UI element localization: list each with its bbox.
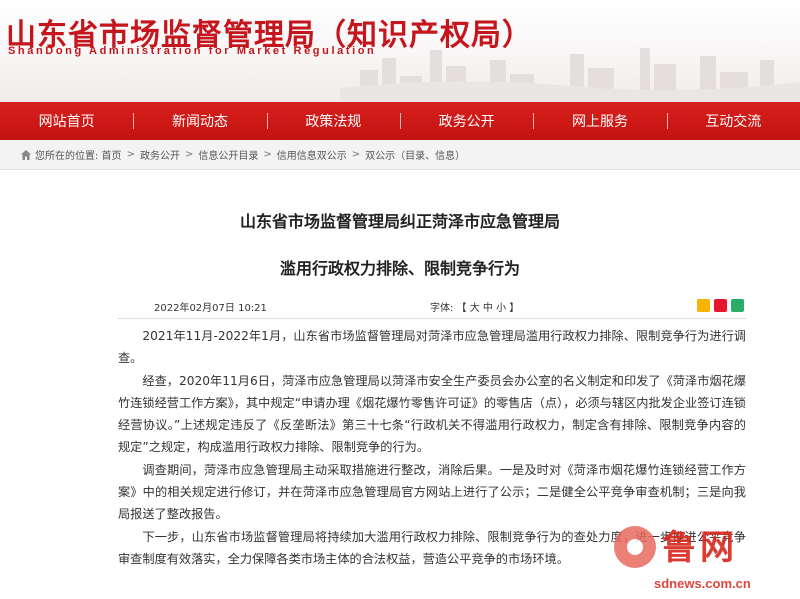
site-subtitle: ShanDong Administration for Market Regul… [8,45,377,57]
article-date: 2022年02月07日 10:21 [154,303,267,314]
site-header: 山东省市场监督管理局（知识产权局） ShanDong Administratio… [0,0,800,102]
article-paragraph: 经查，2020年11月6日，菏泽市应急管理局以菏泽市安全生产委员会办公室的名义制… [118,373,746,455]
breadcrumb-separator: > [184,149,194,160]
home-icon [21,149,31,160]
main-nav: 网站首页 新闻动态 政策法规 政务公开 网上服务 互动交流 [0,102,800,140]
nav-item-home[interactable]: 网站首页 [0,102,133,140]
article-paragraph: 2021年11月-2022年1月，山东省市场监督管理局对菏泽市应急管理局滥用行政… [118,329,746,366]
breadcrumb-item-credit[interactable]: 信用信息双公示 [277,147,347,162]
breadcrumb-item-dual-publicity[interactable]: 双公示（目录、信息） [365,147,465,162]
nav-item-interaction[interactable]: 互动交流 [666,102,800,140]
nav-item-online-services[interactable]: 网上服务 [533,102,666,140]
article-title-line2: 滥用行政权力排除、限制竞争行为 [279,259,520,278]
breadcrumb: 您所在的位置: 首页 > 政务公开 > 信息公开目录 > 信用信息双公示 > 双… [0,140,800,170]
watermark-url: sdnews.com.cn [654,576,751,591]
breadcrumb-item-catalog[interactable]: 信息公开目录 [198,147,258,162]
article-meta: 2022年02月07日 10:21 字体: 【 大 中 小 】 [118,291,746,319]
breadcrumb-separator: > [126,149,135,160]
wechat-share-icon[interactable] [731,299,744,312]
nav-item-policy[interactable]: 政策法规 [266,102,400,140]
article-title-line1: 山东省市场监督管理局纠正菏泽市应急管理局 [239,212,560,231]
weibo-share-icon[interactable] [714,299,727,312]
nav-item-news[interactable]: 新闻动态 [133,102,266,140]
share-bar [697,299,744,312]
breadcrumb-item-gov-affairs[interactable]: 政务公开 [140,147,180,162]
sdnews-watermark: 鲁网 sdnews.com.cn [614,518,794,598]
nav-item-gov-affairs[interactable]: 政务公开 [399,102,533,140]
watermark-brand: 鲁网 [662,528,738,568]
breadcrumb-prefix[interactable]: 您所在的位置: 首页 [35,147,122,162]
breadcrumb-separator: > [263,149,272,160]
font-size-selector[interactable]: 字体: 【 大 中 小 】 [430,299,519,314]
qzone-share-icon[interactable] [697,299,710,312]
article-paragraph: 调查期间，菏泽市应急管理局主动采取措施进行整改，消除后果。一是及时对《菏泽市烟花… [118,462,746,522]
breadcrumb-separator: > [351,149,361,160]
sdnews-logo-icon [614,526,656,568]
